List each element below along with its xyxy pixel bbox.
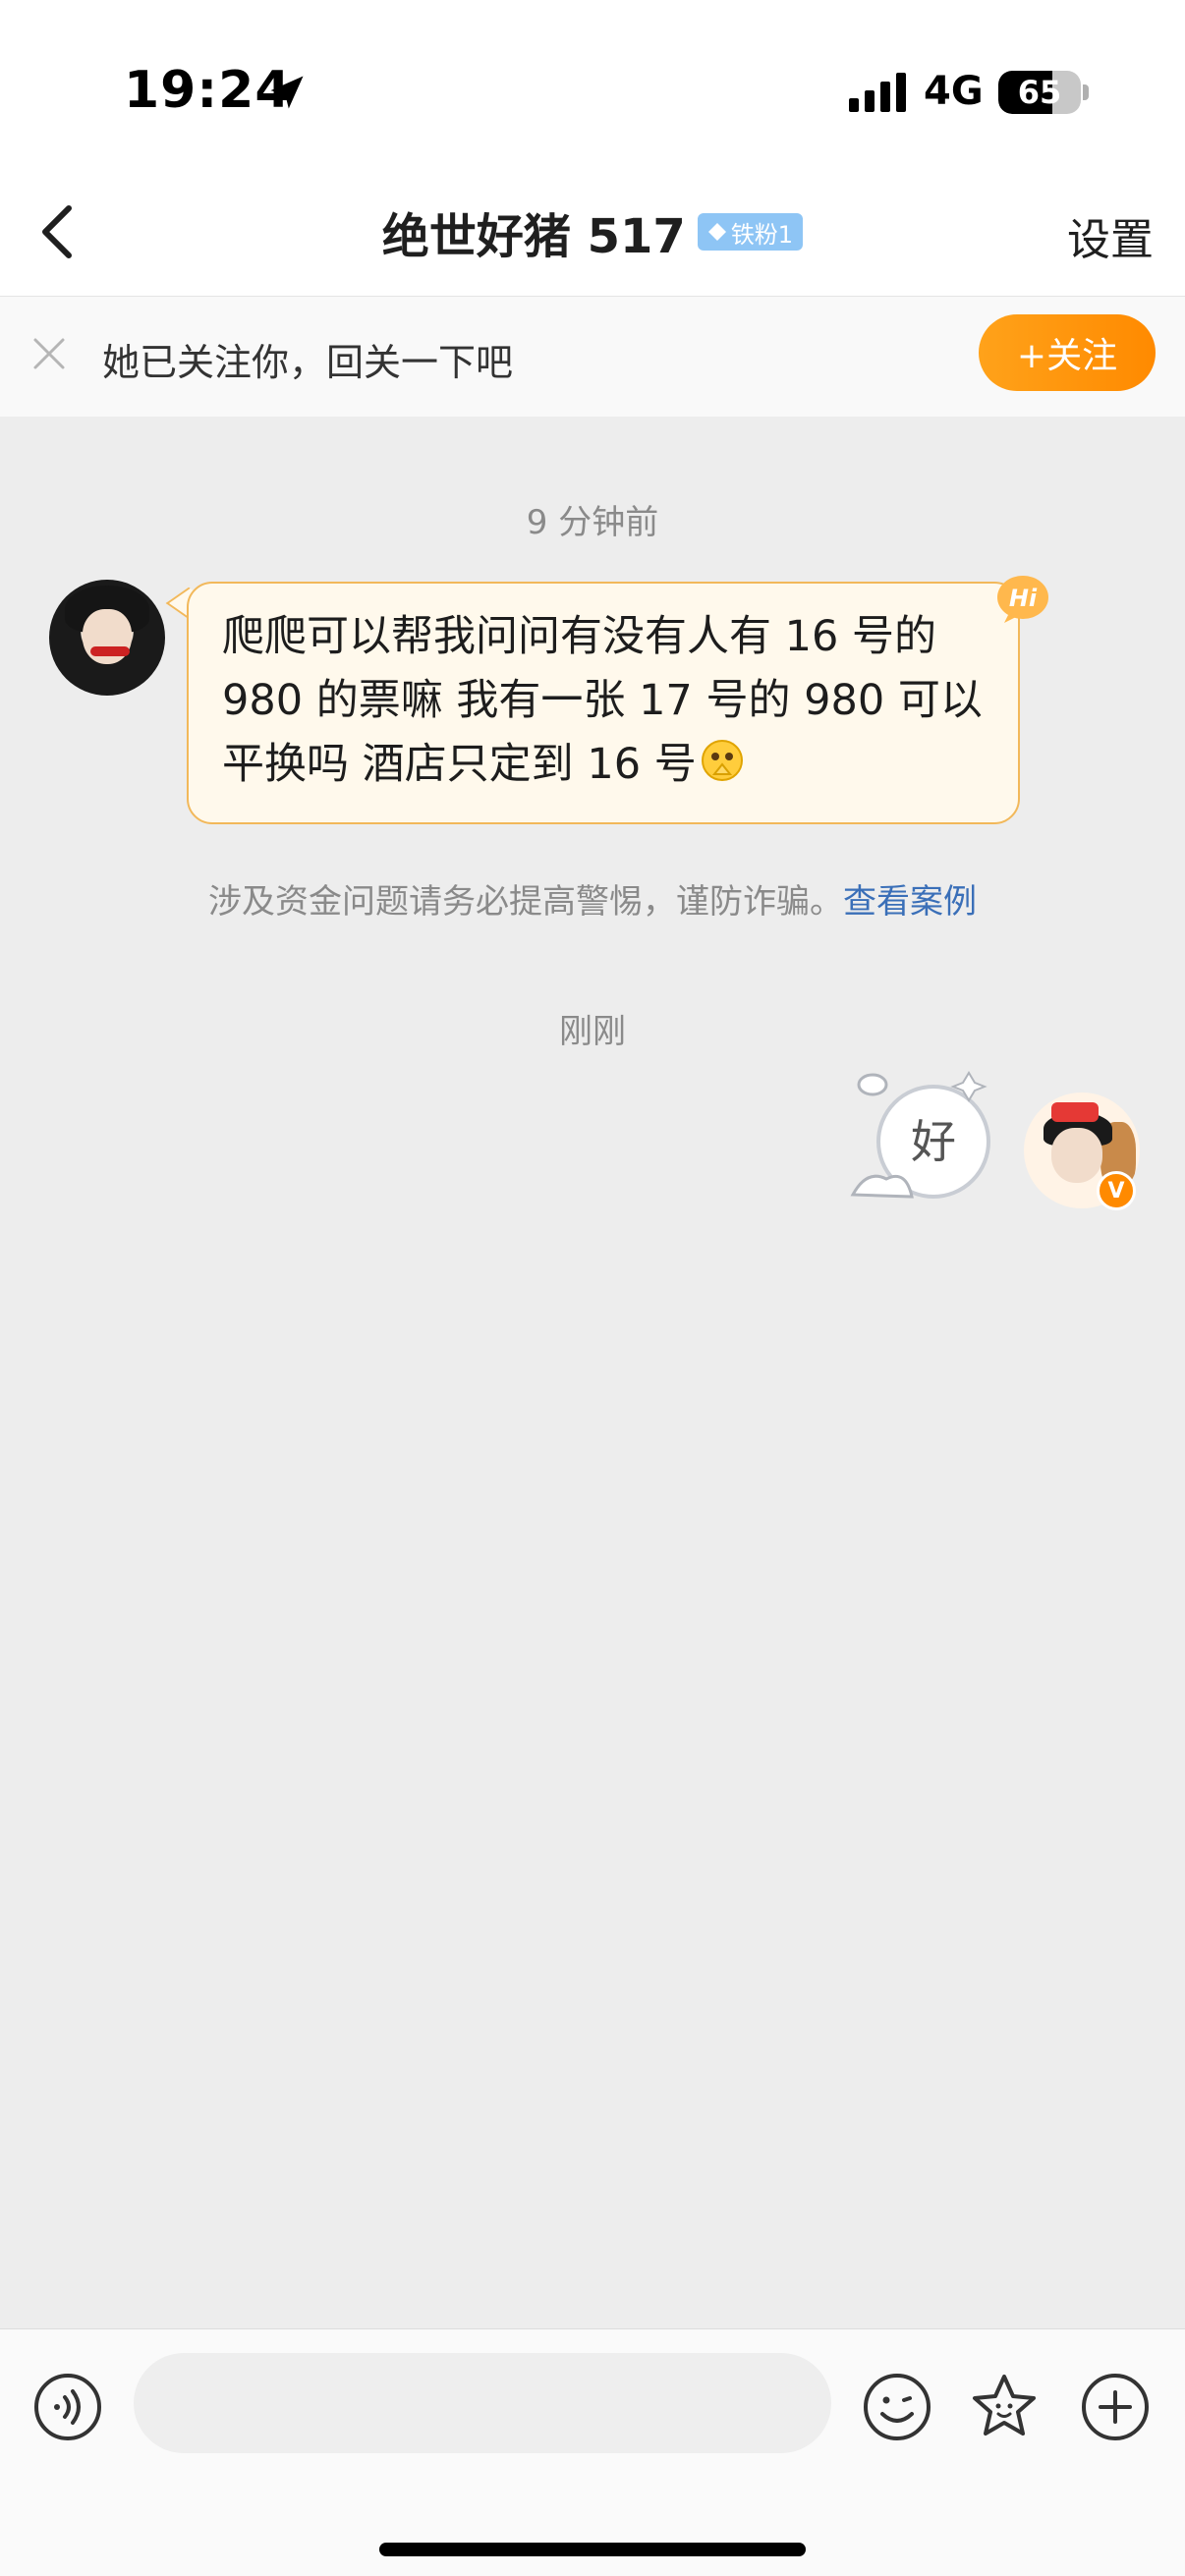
- input-bar: [0, 2328, 1185, 2576]
- svg-text:Hi: Hi: [1009, 585, 1038, 612]
- ok-sticker[interactable]: 好: [847, 1071, 1004, 1218]
- chat-area[interactable]: 9 分钟前 爬爬可以帮我问问有没有人有 16 号的 980 的票嘛 我有一张 1…: [0, 417, 1185, 2328]
- sticker-text: 好: [911, 1115, 956, 1168]
- fraud-warning: 涉及资金问题请务必提高警惕，谨防诈骗。查看案例: [0, 874, 1185, 923]
- message-input[interactable]: [134, 2353, 831, 2453]
- warning-text: 涉及资金问题请务必提高警惕，谨防诈骗。: [208, 882, 843, 922]
- signal-icon: [849, 73, 906, 112]
- battery-tip: [1083, 84, 1089, 100]
- battery-percent: 65: [1017, 74, 1062, 111]
- message-bubble[interactable]: 爬爬可以帮我问问有没有人有 16 号的 980 的票嘛 我有一张 17 号的 9…: [187, 582, 1020, 824]
- network-type: 4G: [924, 69, 984, 114]
- battery-icon: 65: [998, 71, 1081, 114]
- avatar-hat: [1051, 1102, 1099, 1122]
- nav-bar: 绝世好猪 517 铁粉1 设置: [0, 167, 1185, 297]
- status-bar: 19:24 4G 65: [0, 0, 1185, 167]
- home-indicator[interactable]: [379, 2543, 806, 2556]
- location-arrow-icon: [270, 76, 304, 109]
- diamond-icon: [707, 223, 726, 241]
- follow-prompt-text: 她已关注你，回关一下吧: [102, 341, 514, 384]
- timestamp: 刚刚: [559, 1012, 626, 1051]
- plus-icon[interactable]: [1081, 2373, 1150, 2441]
- follow-banner: 她已关注你，回关一下吧 +关注: [0, 297, 1185, 417]
- message-text: 爬爬可以帮我问问有没有人有 16 号的 980 的票嘛 我有一张 17 号的 9…: [222, 612, 983, 789]
- emoji-icon[interactable]: [863, 2373, 931, 2441]
- star-icon[interactable]: [969, 2371, 1040, 2441]
- verified-badge: V: [1097, 1171, 1136, 1210]
- settings-button[interactable]: 设置: [1067, 204, 1154, 267]
- avatar-face: [1051, 1128, 1102, 1183]
- view-cases-link[interactable]: 查看案例: [843, 882, 977, 922]
- contact-avatar[interactable]: [49, 580, 165, 696]
- chat-title[interactable]: 绝世好猪 517: [382, 197, 686, 266]
- pray-emoji-icon: [701, 740, 743, 781]
- timestamp: 9 分钟前: [526, 503, 659, 542]
- fan-level-badge: 铁粉1: [697, 213, 804, 251]
- hi-icon: Hi: [997, 576, 1048, 623]
- close-icon[interactable]: [29, 334, 69, 373]
- fan-badge-label: 铁粉1: [730, 220, 794, 249]
- nav-title-wrap: 绝世好猪 517 铁粉1: [0, 167, 1185, 297]
- avatar-mouth: [90, 646, 130, 656]
- follow-button[interactable]: +关注: [979, 314, 1156, 391]
- voice-icon[interactable]: [33, 2373, 102, 2441]
